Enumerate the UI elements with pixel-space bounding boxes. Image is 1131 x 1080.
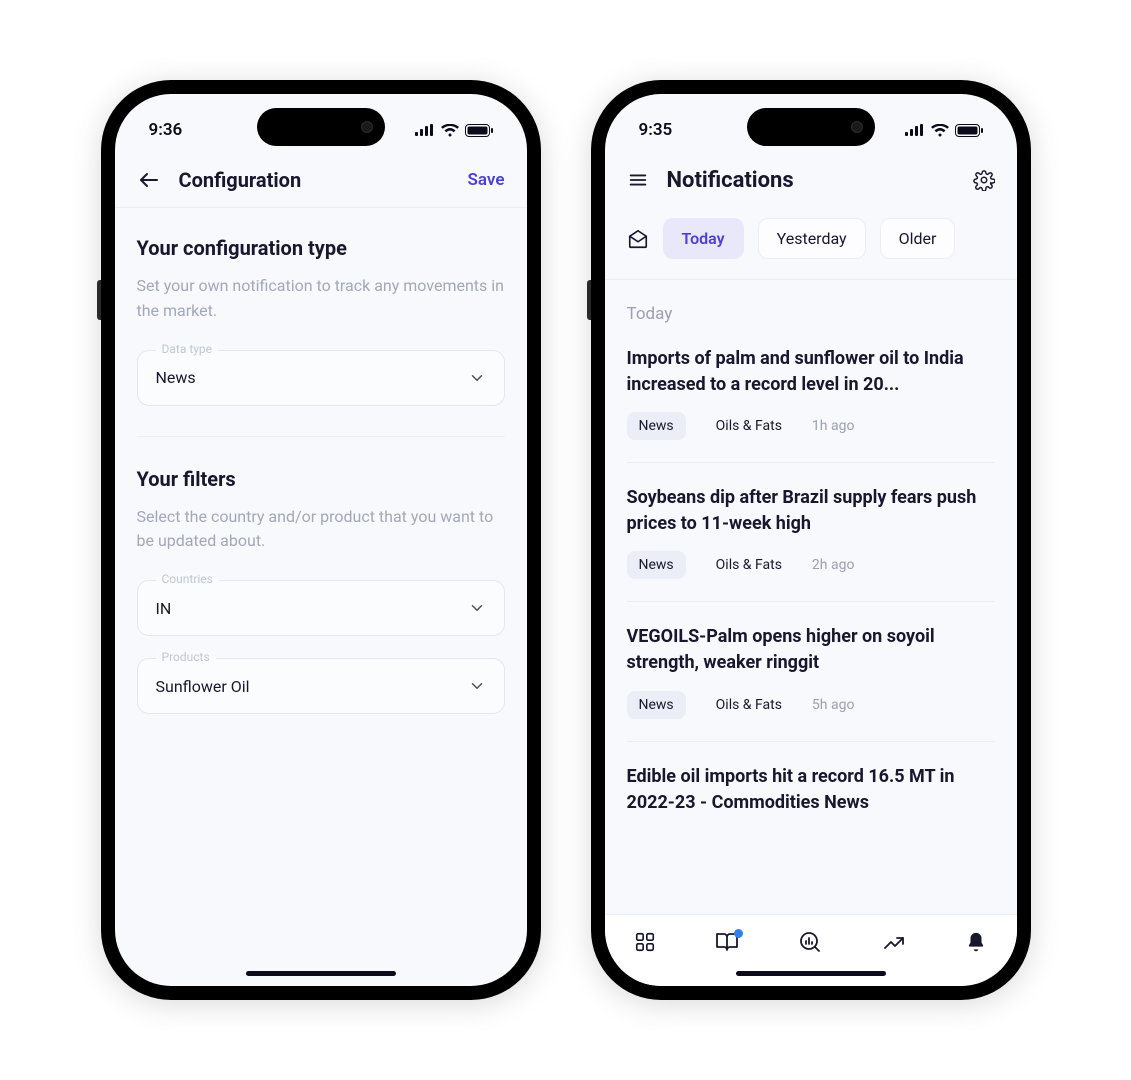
data-type-select[interactable]: Data type News [137, 350, 505, 406]
feed-item-title: Soybeans dip after Brazil supply fears p… [627, 485, 995, 537]
home-indicator [246, 971, 396, 976]
feed-item[interactable]: Imports of palm and sunflower oil to Ind… [627, 346, 995, 463]
countries-value: IN [156, 599, 468, 618]
settings-button[interactable] [973, 169, 995, 191]
countries-label: Countries [156, 572, 219, 586]
filters-title: Your filters [137, 467, 505, 491]
feed-item-time: 1h ago [812, 418, 855, 434]
dynamic-island [257, 108, 385, 146]
save-button[interactable]: Save [468, 170, 505, 190]
header-bar: Notifications [605, 152, 1017, 208]
feed-item[interactable]: Soybeans dip after Brazil supply fears p… [627, 485, 995, 602]
status-time: 9:36 [149, 120, 183, 140]
menu-button[interactable] [627, 169, 649, 191]
nav-news[interactable] [715, 931, 739, 953]
products-select[interactable]: Products Sunflower Oil [137, 658, 505, 714]
feed-item-meta: News Oils & Fats 5h ago [627, 691, 995, 719]
feed-section-label: Today [627, 304, 995, 324]
status-icons [905, 124, 983, 137]
wifi-icon [931, 124, 949, 137]
trend-up-icon [882, 931, 906, 953]
cellular-icon [415, 124, 435, 136]
tab-older[interactable]: Older [880, 218, 956, 259]
search-data-icon [798, 930, 822, 954]
bell-icon [965, 931, 987, 953]
products-label: Products [156, 650, 216, 664]
cellular-icon [905, 124, 925, 136]
feed-item-meta: News Oils & Fats 2h ago [627, 551, 995, 579]
dynamic-island [747, 108, 875, 146]
filters-subtitle: Select the country and/or product that y… [137, 505, 505, 555]
nav-dashboard[interactable] [634, 931, 656, 953]
status-icons [415, 124, 493, 137]
feed: Today Imports of palm and sunflower oil … [605, 280, 1017, 986]
tab-today[interactable]: Today [663, 218, 744, 259]
nav-trends[interactable] [882, 931, 906, 953]
config-type-subtitle: Set your own notification to track any m… [137, 274, 505, 324]
nav-notifications[interactable] [965, 931, 987, 953]
data-type-label: Data type [156, 342, 219, 356]
products-value: Sunflower Oil [156, 677, 468, 696]
chevron-down-icon [468, 677, 486, 695]
tag-category: Oils & Fats [704, 412, 794, 440]
screen-right: 9:35 Notifications Today Yesterday Older [605, 94, 1017, 986]
feed-item-title: VEGOILS-Palm opens higher on soyoil stre… [627, 624, 995, 676]
countries-select[interactable]: Countries IN [137, 580, 505, 636]
data-type-value: News [156, 368, 468, 387]
home-indicator [736, 971, 886, 976]
feed-item-time: 2h ago [812, 557, 855, 573]
chevron-down-icon [468, 599, 486, 617]
phone-mockup-left: 9:36 Configuration Save Your configurati… [101, 80, 541, 1000]
tag-news: News [627, 691, 686, 719]
page-title: Notifications [667, 168, 955, 193]
config-type-title: Your configuration type [137, 236, 505, 260]
screen-left: 9:36 Configuration Save Your configurati… [115, 94, 527, 986]
status-time: 9:35 [639, 120, 673, 140]
divider [137, 436, 505, 437]
feed-item[interactable]: VEGOILS-Palm opens higher on soyoil stre… [627, 624, 995, 741]
feed-item-meta: News Oils & Fats 1h ago [627, 412, 995, 440]
header-bar: Configuration Save [115, 152, 527, 208]
menu-icon [627, 169, 649, 191]
battery-icon [465, 124, 493, 137]
tag-news: News [627, 551, 686, 579]
tag-news: News [627, 412, 686, 440]
tab-yesterday[interactable]: Yesterday [758, 218, 866, 259]
inbox-button[interactable] [627, 228, 649, 250]
feed-item-time: 5h ago [812, 697, 855, 713]
grid-icon [634, 931, 656, 953]
feed-item[interactable]: Edible oil imports hit a record 16.5 MT … [627, 764, 995, 852]
phone-mockup-right: 9:35 Notifications Today Yesterday Older [591, 80, 1031, 1000]
tag-category: Oils & Fats [704, 691, 794, 719]
nav-search[interactable] [798, 930, 822, 954]
battery-icon [955, 124, 983, 137]
tag-category: Oils & Fats [704, 551, 794, 579]
content: Your configuration type Set your own not… [115, 208, 527, 736]
wifi-icon [441, 124, 459, 137]
mail-open-icon [627, 228, 649, 250]
back-button[interactable] [137, 168, 161, 192]
feed-item-title: Edible oil imports hit a record 16.5 MT … [627, 764, 995, 816]
feed-item-title: Imports of palm and sunflower oil to Ind… [627, 346, 995, 398]
unread-dot-icon [734, 929, 743, 938]
gear-icon [973, 169, 995, 191]
chevron-down-icon [468, 369, 486, 387]
page-title: Configuration [179, 168, 450, 192]
arrow-left-icon [137, 168, 161, 192]
tabs: Today Yesterday Older [605, 208, 1017, 280]
